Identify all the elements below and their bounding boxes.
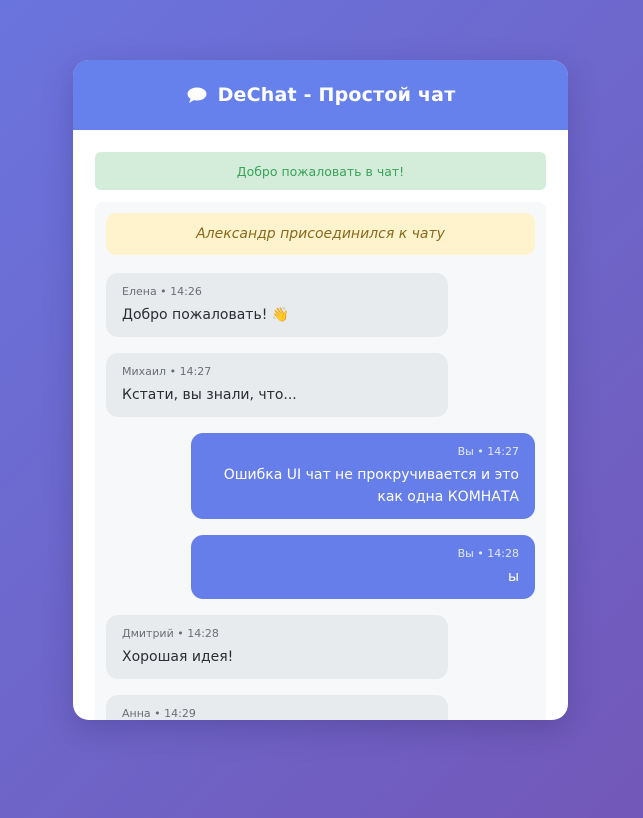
app-title: DeChat - Простой чат (217, 84, 456, 106)
chat-window: DeChat - Простой чат Добро пожаловать в … (73, 60, 568, 720)
message-bubble: Дмитрий • 14:28 Хорошая идея! (106, 615, 448, 679)
system-message: Александр присоединился к чату (106, 213, 535, 255)
message-meta: Михаил • 14:27 (122, 365, 212, 378)
welcome-banner: Добро пожаловать в чат! (95, 152, 546, 190)
message-meta: Анна • 14:29 (122, 707, 196, 720)
message-meta: Елена • 14:26 (122, 285, 202, 298)
message-text: Ошибка UI чат не прокручивается и это ка… (223, 467, 519, 505)
own-message-bubble: Вы • 14:27 Ошибка UI чат не прокручивает… (191, 433, 535, 519)
message-bubble: Анна • 14:29 (106, 695, 448, 720)
message-text: Кстати, вы знали, что... (122, 387, 297, 403)
message-text: Хорошая идея! (122, 649, 234, 665)
message-list[interactable]: Александр присоединился к чату Елена • 1… (95, 202, 546, 720)
own-message-bubble: Вы • 14:28 ы (191, 535, 535, 599)
speech-bubble-icon (187, 87, 207, 103)
chat-header: DeChat - Простой чат (73, 60, 568, 130)
message-text: Добро пожаловать! 👋 (122, 307, 290, 323)
message-meta: Дмитрий • 14:28 (122, 627, 219, 640)
message-bubble: Елена • 14:26 Добро пожаловать! 👋 (106, 273, 448, 337)
message-bubble: Михаил • 14:27 Кстати, вы знали, что... (106, 353, 448, 417)
message-meta: Вы • 14:27 (457, 445, 519, 458)
message-text: ы (507, 569, 519, 585)
message-meta: Вы • 14:28 (457, 547, 519, 560)
